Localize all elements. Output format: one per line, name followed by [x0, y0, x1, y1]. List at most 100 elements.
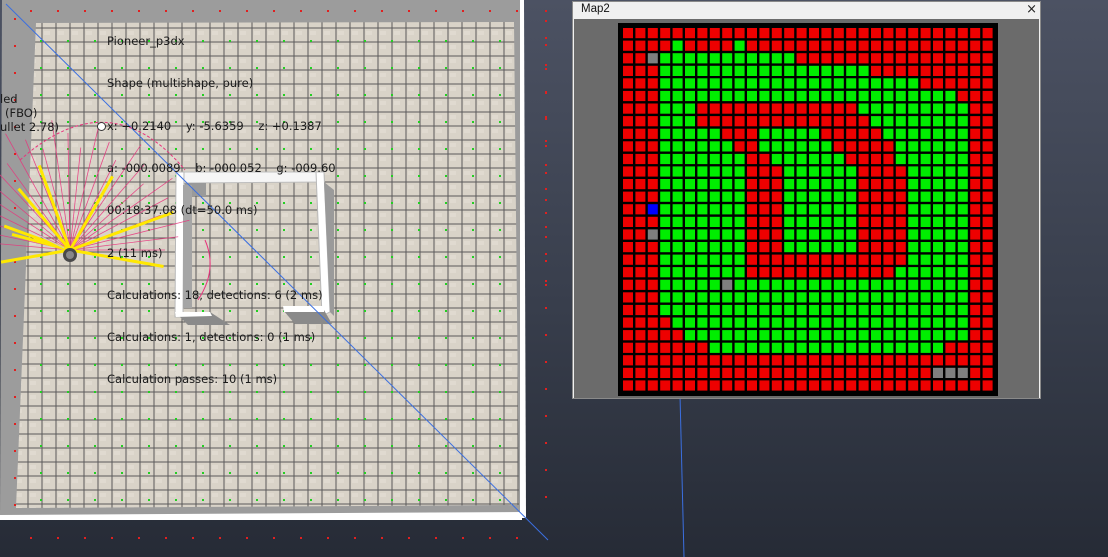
map-cell-occupied — [660, 342, 671, 353]
map-cell-occupied — [623, 304, 633, 316]
map-cell-free — [660, 166, 671, 177]
map-cell-free — [908, 103, 919, 114]
map-cell-occupied — [858, 267, 869, 278]
map-cell-free — [796, 65, 807, 76]
map-cell-occupied — [759, 204, 770, 215]
map-cell-occupied — [970, 204, 981, 215]
camera-ray-line-2 — [679, 394, 685, 557]
map-cell-occupied — [709, 116, 720, 127]
map-cell-free — [672, 204, 683, 215]
map-cell-free — [933, 254, 943, 265]
map-cell-free — [784, 342, 795, 353]
map-cell-occupied — [908, 367, 919, 378]
map-cell-free — [846, 166, 857, 177]
map-cell-free — [821, 191, 832, 202]
map-cell-occupied — [623, 179, 633, 190]
map-cell-occupied — [809, 380, 819, 391]
map-cell-occupied — [660, 28, 671, 39]
map-cell-free — [821, 317, 832, 328]
map-cell-occupied — [970, 116, 981, 127]
map-cell-free — [945, 166, 956, 177]
map-cell-free — [908, 191, 919, 202]
map-cell-free — [809, 191, 819, 202]
map-cell-free — [759, 53, 770, 64]
map-cell-free — [895, 103, 906, 114]
map-cell-free — [709, 216, 720, 227]
map-cell-occupied — [883, 53, 894, 64]
map-cell-free — [784, 317, 795, 328]
map-cell-free — [945, 330, 956, 341]
map-cell-occupied — [784, 103, 795, 114]
map-cell-occupied — [635, 153, 646, 165]
map-window[interactable]: Map2 × — [572, 1, 1041, 399]
map-cell-occupied — [883, 191, 894, 202]
map-cell-occupied — [697, 116, 708, 127]
map-cell-occupied — [920, 65, 931, 76]
map-cell-free — [908, 279, 919, 290]
map-cell-occupied — [883, 65, 894, 76]
map-cell-occupied — [647, 28, 658, 39]
map-cell-free — [908, 216, 919, 227]
map-cell-free — [709, 204, 720, 215]
map-cell-free — [933, 141, 943, 152]
map-cell-free — [685, 317, 695, 328]
map-cell-free — [734, 317, 745, 328]
map-cell-occupied — [895, 367, 906, 378]
map-cell-free — [933, 330, 943, 341]
map-cell-occupied — [809, 103, 819, 114]
map-cell-occupied — [895, 191, 906, 202]
map-cell-free — [697, 141, 708, 152]
map-cell-occupied — [858, 380, 869, 391]
map-cell-occupied — [697, 355, 708, 366]
map-cell-free — [920, 342, 931, 353]
map-cell-free — [784, 229, 795, 240]
map-cell-occupied — [635, 216, 646, 227]
map-cell-free — [759, 128, 770, 139]
map-cell-free — [709, 229, 720, 240]
map-cell-free — [833, 204, 844, 215]
map-cell-occupied — [784, 355, 795, 366]
map-cell-occupied — [734, 141, 745, 152]
map-cell-occupied — [858, 116, 869, 127]
map-cell-free — [821, 90, 832, 102]
map-cell-free — [871, 292, 881, 303]
map-cell-free — [858, 279, 869, 290]
map-cell-occupied — [623, 90, 633, 102]
map-cell-occupied — [747, 229, 757, 240]
map-cell-free — [771, 292, 782, 303]
map-cell-free — [809, 317, 819, 328]
map-cell-occupied — [970, 304, 981, 316]
map-cell-occupied — [846, 267, 857, 278]
map-cell-occupied — [871, 254, 881, 265]
map-cell-free — [908, 78, 919, 89]
close-icon[interactable]: × — [1026, 2, 1037, 18]
map-cell-free — [809, 78, 819, 89]
map-cell-free — [784, 330, 795, 341]
map-cell-occupied — [647, 242, 658, 253]
map-cell-free — [759, 65, 770, 76]
map-cell-free — [784, 242, 795, 253]
map-cell-occupied — [734, 380, 745, 391]
map-cell-free — [895, 128, 906, 139]
map-cell-free — [759, 90, 770, 102]
map-cell-free — [660, 204, 671, 215]
map-cell-occupied — [920, 355, 931, 366]
overlay-left-fragment-2: (FBO) — [5, 106, 38, 120]
map-cell-free — [784, 166, 795, 177]
map-cell-occupied — [982, 216, 993, 227]
map-cell-free — [945, 141, 956, 152]
map-cell-unknown — [647, 229, 658, 240]
map-cell-occupied — [784, 116, 795, 127]
map-cell-occupied — [858, 166, 869, 177]
map-cell-free — [908, 153, 919, 165]
map-cell-occupied — [623, 65, 633, 76]
map-cell-free — [709, 53, 720, 64]
map-cell-free — [846, 216, 857, 227]
map-cell-free — [722, 179, 733, 190]
map-cell-free — [945, 153, 956, 165]
map-cell-free — [697, 267, 708, 278]
map-cell-free — [685, 53, 695, 64]
map-cell-occupied — [759, 103, 770, 114]
map-cell-free — [784, 90, 795, 102]
map-cell-free — [846, 317, 857, 328]
